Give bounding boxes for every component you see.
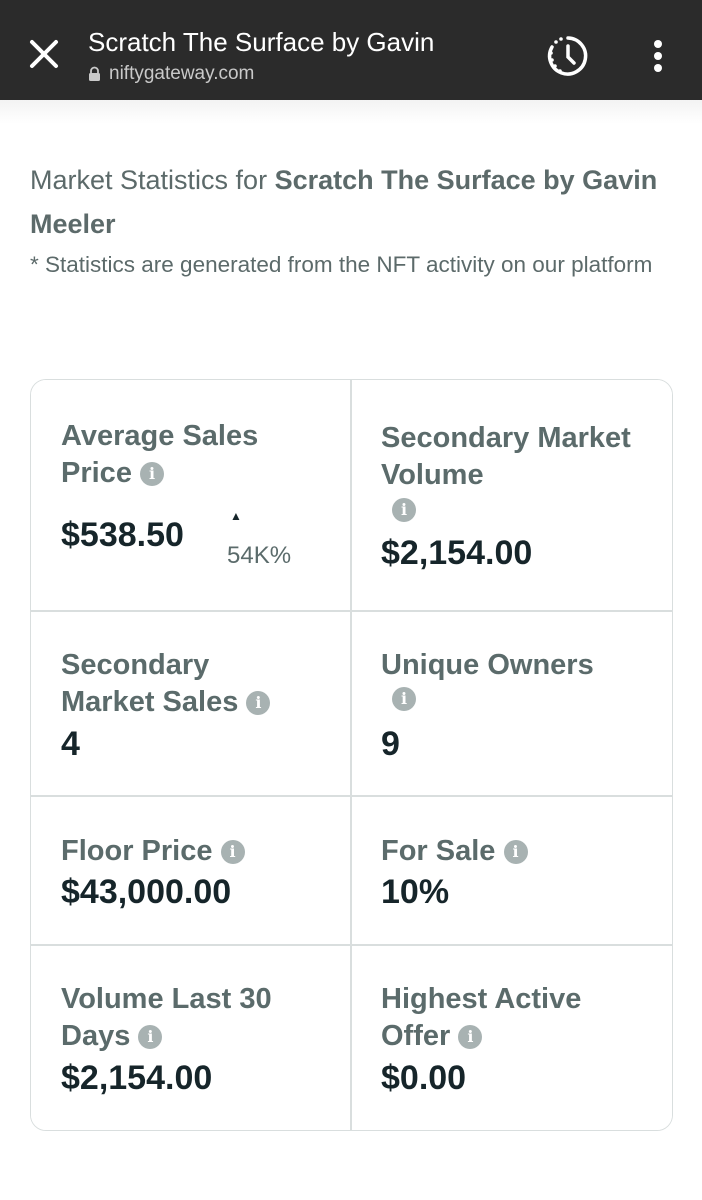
stats-grid: Average Sales Price i $538.50 ▲ 54K% Sec… (30, 379, 673, 1131)
info-icon[interactable]: i (458, 1025, 483, 1049)
stats-note: * Statistics are generated from the NFT … (30, 252, 653, 277)
info-icon[interactable]: i (220, 840, 245, 864)
close-icon[interactable] (24, 34, 64, 74)
stat-value: $2,154.00 (381, 534, 533, 572)
url-text: niftygateway.com (109, 63, 255, 84)
stat-value: $0.00 (381, 1059, 467, 1097)
stat-card-secondary-volume: Secondary Market Volume i $2,154.00 (352, 380, 672, 610)
stat-card-volume-30-days: Volume Last 30 Days i $2,154.00 (31, 946, 350, 1130)
info-icon[interactable]: i (392, 498, 416, 522)
toolbar-shadow (0, 100, 702, 124)
stat-value: $43,000.00 (61, 873, 232, 911)
stat-card-for-sale: For Sale i 10% (352, 797, 672, 944)
stat-label: Floor Price i (61, 833, 321, 870)
stat-label: For Sale i (381, 833, 641, 870)
heading-prefix: Market Statistics for (30, 165, 275, 195)
stat-value: $2,154.00 (61, 1059, 213, 1097)
stat-card-secondary-sales: Secondary Market Sales i 4 (31, 612, 350, 795)
info-icon[interactable]: i (140, 462, 165, 486)
stat-card-highest-offer: Highest Active Offer i $0.00 (352, 946, 672, 1130)
stat-label: Secondary Market Sales i (61, 647, 301, 721)
stat-card-unique-owners: Unique Owners i 9 (352, 612, 672, 795)
more-vert-icon[interactable] (644, 36, 672, 76)
stat-card-floor-price: Floor Price i $43,000.00 (31, 797, 350, 944)
info-icon[interactable]: i (392, 687, 416, 711)
stat-label: Volume Last 30 Days i (61, 983, 272, 1052)
stat-value: 9 (381, 725, 400, 763)
market-stats-heading: Market Statistics for Scratch The Surfac… (30, 158, 680, 246)
page-title: Scratch The Surface by Gavin (88, 27, 435, 57)
stat-value: 4 (61, 725, 80, 763)
stat-change: 54K% (227, 542, 292, 569)
stat-label: Unique Owners (381, 649, 594, 681)
stat-value: 10% (381, 873, 450, 911)
info-icon[interactable]: i (503, 840, 528, 864)
up-arrow-icon: ▲ (230, 509, 242, 523)
info-icon[interactable]: i (138, 1025, 163, 1049)
stat-card-average-sales-price: Average Sales Price i $538.50 ▲ 54K% (31, 380, 350, 610)
stat-label: Average Sales Price i (61, 420, 259, 489)
info-icon[interactable]: i (246, 691, 271, 715)
lock-icon (89, 66, 100, 81)
url-row: niftygateway.com (88, 63, 254, 85)
stat-label: Highest Active Offer i (381, 983, 582, 1052)
stat-label: Secondary Market Volume (381, 422, 631, 491)
browser-toolbar: Scratch The Surface by Gavin niftygatewa… (0, 0, 702, 100)
stat-value: $538.50 (61, 516, 184, 554)
history-clock-icon[interactable] (544, 34, 592, 78)
